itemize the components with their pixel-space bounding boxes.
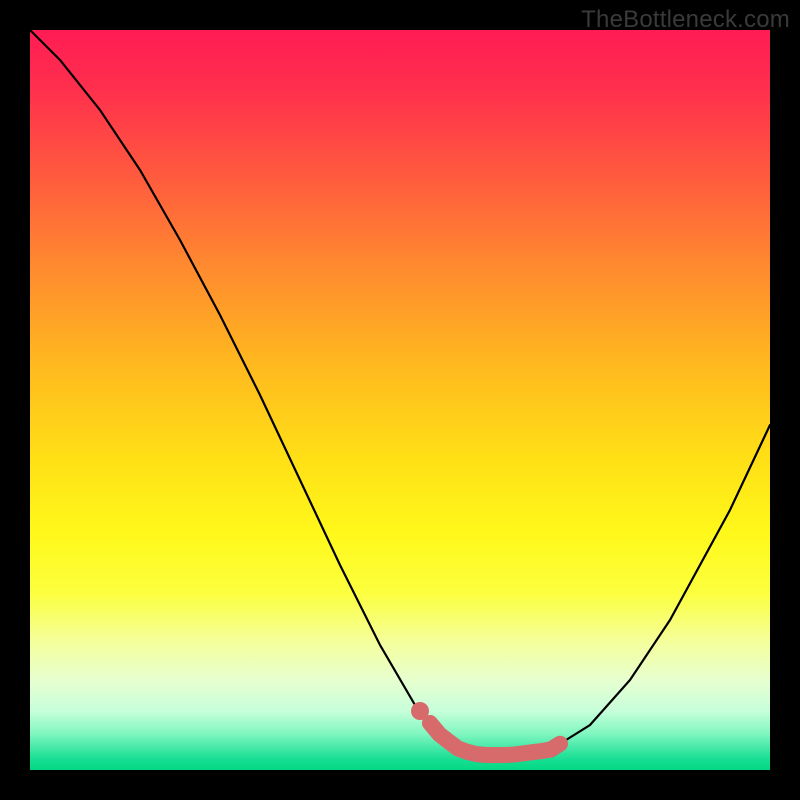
highlight-dot [425, 718, 440, 733]
curve-layer [30, 30, 770, 770]
plot-area [30, 30, 770, 770]
bottleneck-curve-path [30, 30, 770, 755]
highlight-dot [411, 702, 429, 720]
highlight-dot [438, 731, 453, 746]
highlight-dots [411, 702, 453, 746]
chart-stage: TheBottleneck.com [0, 0, 800, 800]
